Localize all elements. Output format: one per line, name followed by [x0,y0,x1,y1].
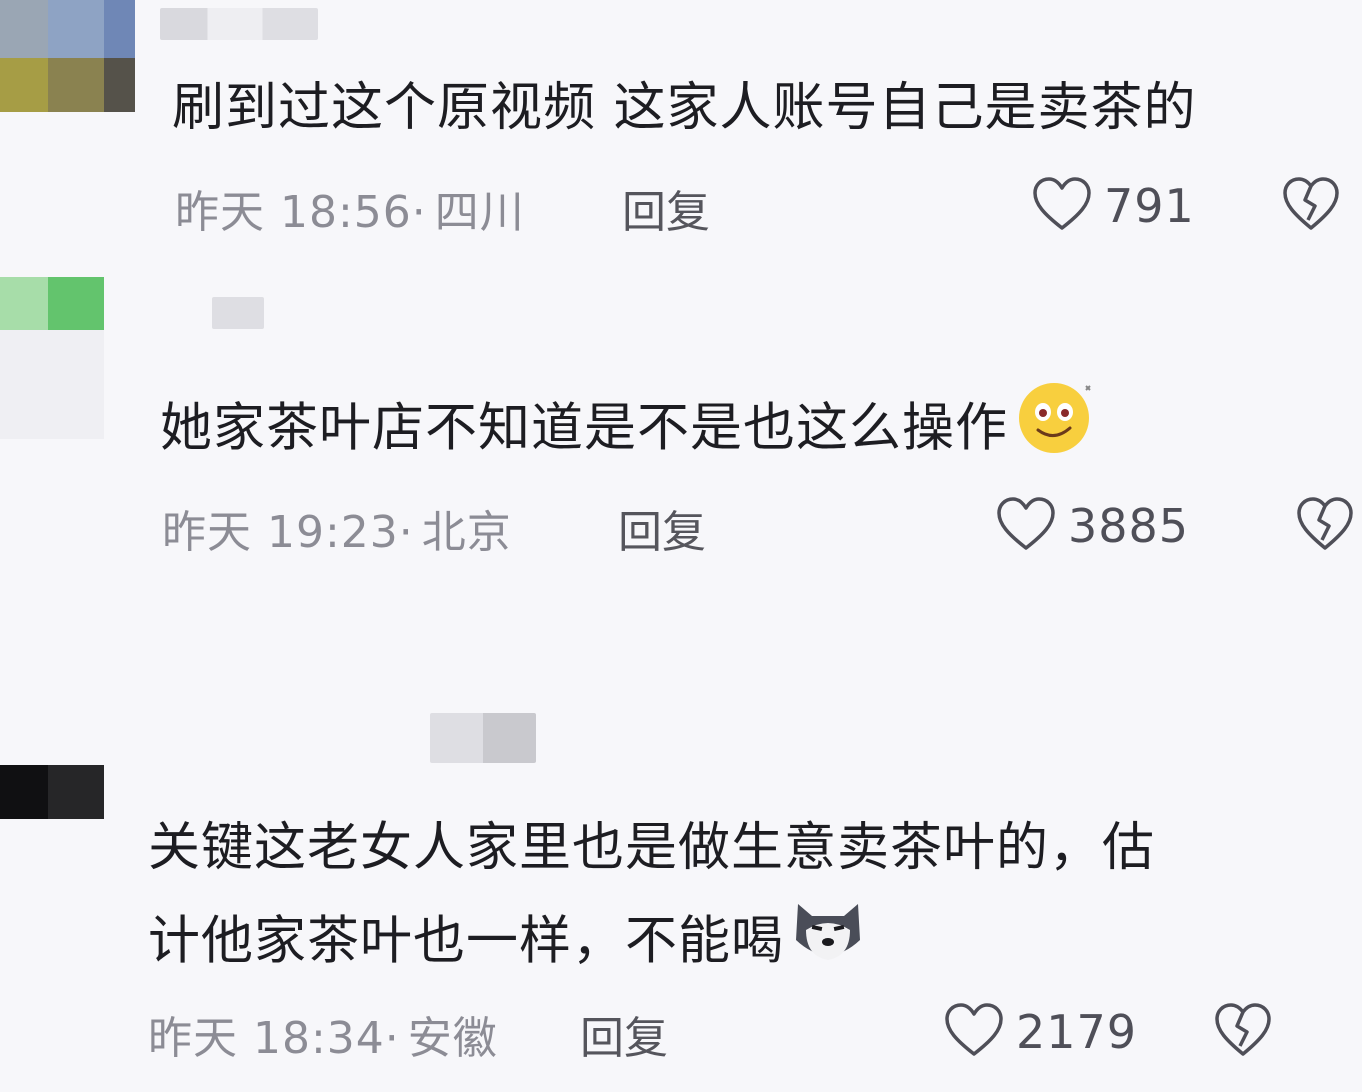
broken-heart-icon [1214,1003,1272,1062]
avatar[interactable] [0,765,104,819]
comment-time: 昨天 18:34 [148,1013,385,1064]
heart-outline-icon [944,1002,1004,1062]
comment-item: 她家茶叶店不知道是不是也这么操作 昨天 19:23· 北京 回复 3885 [0,270,1362,570]
comment-text: 计他家茶叶也一样，不能喝 [148,894,866,995]
username-redacted [212,297,264,329]
like-count: 791 [1104,179,1195,233]
comment-text-line: 计他家茶叶也一样，不能喝 [148,911,785,972]
comment-text: 关键这老女人家里也是做生意卖茶叶的，估 [148,802,1155,894]
comment-item: 刷到过这个原视频 这家人账号自己是卖茶的 昨天 18:56· 四川 回复 791 [0,0,1362,260]
like-button[interactable]: 3885 [996,496,1189,556]
comment-meta: 昨天 18:34· 安徽 [148,1002,498,1066]
dislike-button[interactable] [1282,176,1340,236]
like-count: 2179 [1016,1005,1138,1059]
comment-meta: 昨天 18:56· 四川 [175,176,525,240]
comment-location: 安徽 [407,1013,498,1064]
heart-outline-icon [996,496,1056,556]
comment-location: 北京 [421,507,512,558]
comment-time: 昨天 18:56 [175,187,412,238]
comment-meta: 昨天 19:23· 北京 [162,496,512,560]
comment-text-line: 关键这老女人家里也是做生意卖茶叶的，估 [148,818,1156,878]
reply-button[interactable]: 回复 [618,496,706,560]
meta-separator: · [398,507,414,558]
broken-heart-icon [1282,177,1340,236]
broken-heart-icon [1296,497,1354,556]
avatar[interactable] [0,0,135,112]
comment-location: 四川 [434,187,525,238]
meta-separator: · [411,187,427,238]
comment-text: 刷到过这个原视频 这家人账号自己是卖茶的 [172,62,1197,154]
comment-text-line: 刷到过这个原视频 这家人账号自己是卖茶的 [172,78,1197,138]
smiling-face-emoji [1016,378,1096,485]
like-button[interactable]: 2179 [944,1002,1137,1062]
comment-time: 昨天 19:23 [162,507,399,558]
username-redacted [430,713,536,763]
dislike-button[interactable] [1296,496,1354,556]
like-button[interactable]: 791 [1032,176,1195,236]
comment-text: 她家茶叶店不知道是不是也这么操作 [160,378,1096,485]
heart-outline-icon [1032,176,1092,236]
username-redacted [160,8,318,40]
husky-dog-emoji [790,894,866,995]
comment-text-line: 她家茶叶店不知道是不是也这么操作 [160,398,1009,459]
like-count: 3885 [1068,499,1190,553]
meta-separator: · [384,1013,400,1064]
comment-item: 关键这老女人家里也是做生意卖茶叶的，估 计他家茶叶也一样，不能喝 昨天 18:3… [0,700,1362,1092]
avatar[interactable] [0,277,104,439]
dislike-button[interactable] [1214,1002,1272,1062]
reply-button[interactable]: 回复 [622,176,710,240]
reply-button[interactable]: 回复 [580,1002,668,1066]
